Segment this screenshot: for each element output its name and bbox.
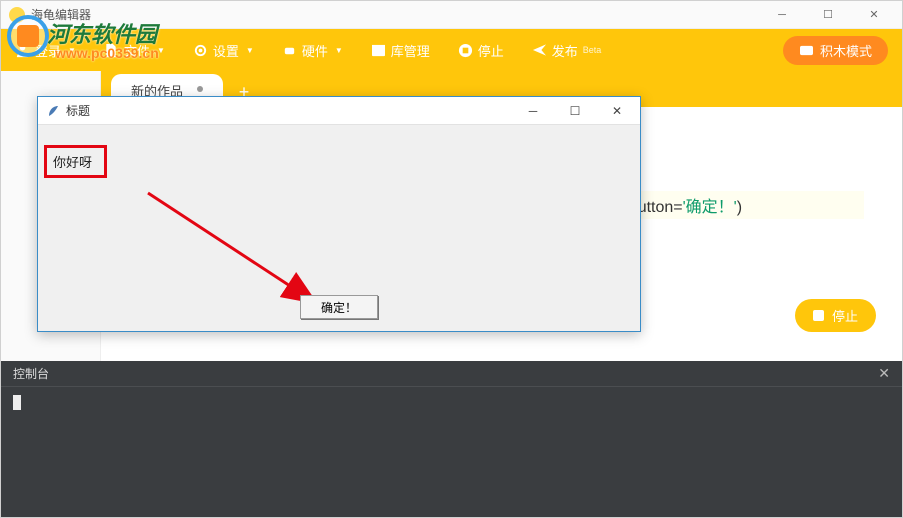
publish-beta: Beta	[583, 45, 602, 55]
chevron-down-icon: ▼	[246, 46, 254, 55]
maximize-button[interactable]: ☐	[814, 5, 842, 25]
dialog-ok-label: 确定！	[321, 299, 357, 316]
dialog-minimize-button[interactable]: ─	[518, 104, 548, 118]
library-label: 库管理	[391, 41, 430, 60]
blocks-mode-button[interactable]: 积木模式	[783, 36, 888, 65]
close-button[interactable]: ✕	[860, 5, 888, 25]
hardware-menu[interactable]: 硬件 ▼	[282, 41, 343, 60]
dialog-message: 你好呀	[53, 155, 92, 170]
publish-label: 发布	[552, 41, 578, 60]
login-menu[interactable]: 登录 ▼	[15, 41, 76, 60]
stop-button[interactable]: 停止	[458, 41, 504, 60]
tk-feather-icon	[46, 104, 60, 118]
run-stop-button[interactable]: 停止	[795, 299, 876, 332]
blocks-icon	[799, 43, 814, 58]
dialog-ok-button[interactable]: 确定！	[300, 295, 378, 319]
file-icon	[104, 43, 119, 58]
blocks-mode-label: 积木模式	[820, 41, 872, 60]
chevron-down-icon: ▼	[157, 46, 165, 55]
stop-square-icon	[813, 310, 824, 321]
app-window: 海龟编辑器 ─ ☐ ✕ 登录 ▼ 文件 ▼ 设置 ▼	[0, 0, 903, 518]
main-toolbar: 登录 ▼ 文件 ▼ 设置 ▼ 硬件 ▼	[1, 29, 902, 71]
file-label: 文件	[124, 41, 150, 60]
chip-icon	[282, 43, 297, 58]
console-body[interactable]	[1, 387, 902, 423]
stop-label: 停止	[478, 41, 504, 60]
file-menu[interactable]: 文件 ▼	[104, 41, 165, 60]
cursor-icon	[13, 395, 21, 410]
app-icon	[9, 7, 25, 23]
titlebar: 海龟编辑器 ─ ☐ ✕	[1, 1, 902, 29]
send-icon	[532, 43, 547, 58]
console-panel: 控制台 ✕	[1, 361, 902, 517]
side-stop-label: 停止	[832, 306, 858, 325]
login-label: 登录	[35, 41, 61, 60]
dialog-close-button[interactable]: ✕	[602, 104, 632, 118]
package-icon	[371, 43, 386, 58]
gear-icon	[193, 43, 208, 58]
console-title: 控制台	[13, 365, 49, 382]
console-header: 控制台 ✕	[1, 361, 902, 387]
library-menu[interactable]: 库管理	[371, 41, 430, 60]
console-close-button[interactable]: ✕	[878, 365, 890, 382]
unsaved-dot-icon	[197, 86, 203, 92]
hardware-label: 硬件	[302, 41, 328, 60]
user-icon	[15, 43, 30, 58]
dialog-titlebar[interactable]: 标题 ─ ☐ ✕	[38, 97, 640, 125]
chevron-down-icon: ▼	[335, 46, 343, 55]
settings-label: 设置	[213, 41, 239, 60]
minimize-button[interactable]: ─	[768, 5, 796, 25]
dialog-maximize-button[interactable]: ☐	[560, 104, 590, 118]
settings-menu[interactable]: 设置 ▼	[193, 41, 254, 60]
app-title: 海龟编辑器	[31, 6, 768, 23]
dialog-message-highlight: 你好呀	[44, 145, 107, 178]
stop-icon	[458, 43, 473, 58]
publish-button[interactable]: 发布 Beta	[532, 41, 602, 60]
dialog-title: 标题	[66, 102, 90, 119]
tk-dialog: 标题 ─ ☐ ✕ 你好呀 确定！	[37, 96, 641, 332]
chevron-down-icon: ▼	[68, 46, 76, 55]
